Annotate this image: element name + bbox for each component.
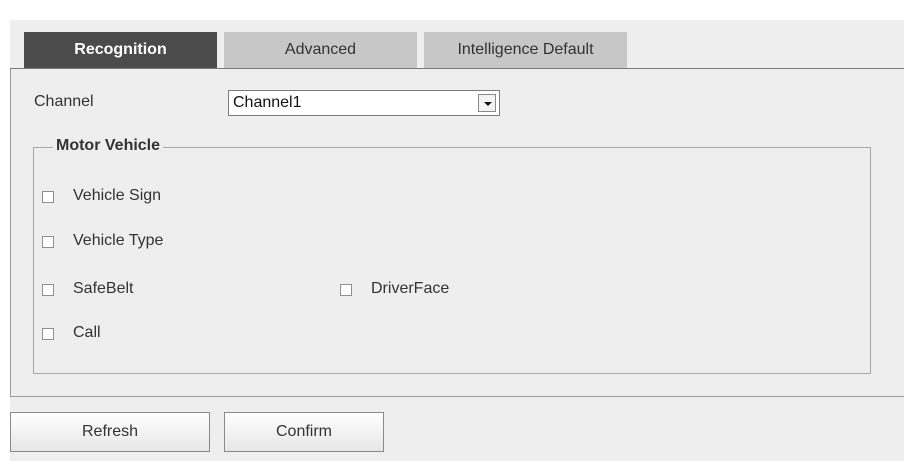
top-strip: [0, 0, 904, 20]
vehicle-type-checkbox[interactable]: [42, 236, 54, 248]
settings-panel: Recognition Advanced Intelligence Defaul…: [10, 20, 904, 461]
driverface-label: DriverFace: [371, 280, 450, 297]
safebelt-checkbox[interactable]: [42, 284, 54, 296]
vehicle-sign-label: Vehicle Sign: [73, 187, 162, 204]
tab-advanced[interactable]: Advanced: [224, 32, 417, 68]
confirm-button[interactable]: Confirm: [224, 412, 384, 452]
tab-intelligence-default[interactable]: Intelligence Default: [424, 32, 627, 68]
safebelt-label: SafeBelt: [73, 280, 134, 297]
call-checkbox[interactable]: [42, 328, 54, 340]
channel-label: Channel: [34, 93, 94, 110]
tab-recognition[interactable]: Recognition: [24, 32, 217, 68]
refresh-button[interactable]: Refresh: [10, 412, 210, 452]
channel-select[interactable]: Channel1: [228, 90, 500, 116]
vehicle-type-label: Vehicle Type: [73, 232, 164, 249]
chevron-down-icon[interactable]: [478, 94, 496, 112]
driverface-checkbox[interactable]: [340, 284, 352, 296]
motor-vehicle-group: [33, 147, 871, 374]
tab-bar: Recognition Advanced Intelligence Defaul…: [10, 32, 904, 69]
motor-vehicle-legend: Motor Vehicle: [53, 137, 164, 155]
channel-select-value: Channel1: [233, 94, 302, 111]
vehicle-sign-checkbox[interactable]: [42, 191, 54, 203]
call-label: Call: [73, 324, 101, 341]
